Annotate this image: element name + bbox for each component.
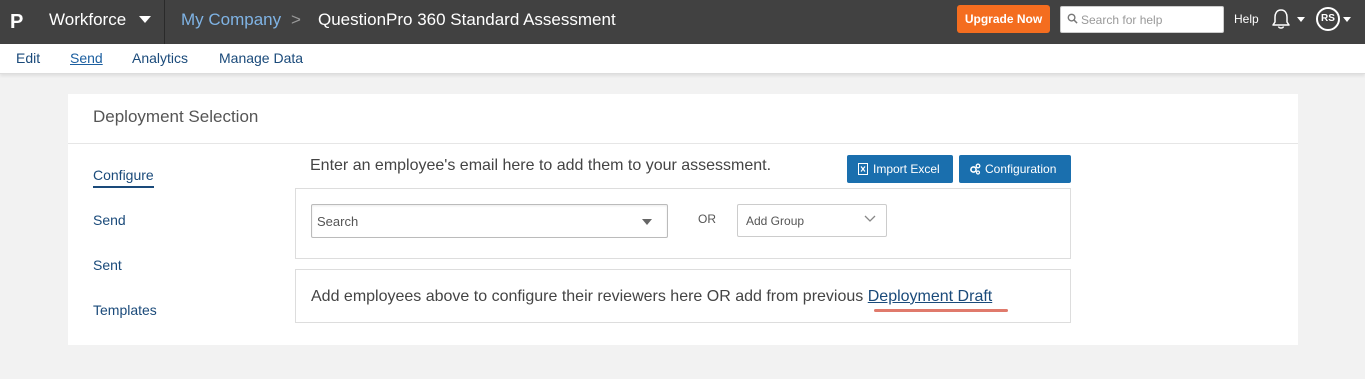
sidebar-item-sent[interactable]: Sent [93,257,122,274]
survey-subnav: Edit Send Analytics Manage Data [0,44,1365,74]
sidebar-item-send[interactable]: Send [93,212,126,229]
tab-analytics[interactable]: Analytics [132,50,188,67]
help-search-input[interactable] [1081,10,1219,29]
configuration-button[interactable]: Configuration [959,155,1071,183]
tab-edit[interactable]: Edit [16,50,40,67]
caret-down-icon [642,219,652,225]
page-title: QuestionPro 360 Standard Assessment [318,10,616,29]
product-switcher[interactable]: Workforce [49,9,126,31]
sidebar-item-configure[interactable]: Configure [93,167,154,188]
reviewers-box: Add employees above to configure their r… [295,269,1071,323]
excel-file-icon [858,163,868,175]
gears-icon [970,163,981,175]
sidebar-item-templates[interactable]: Templates [93,302,157,319]
help-search-box[interactable] [1060,6,1224,33]
employee-search-select[interactable]: Search [311,204,668,238]
caret-down-icon[interactable] [139,16,151,23]
add-group-select[interactable]: Add Group [737,204,887,237]
panel-title: Deployment Selection [93,107,259,126]
employee-picker-box: Search OR Add Group [295,188,1071,259]
caret-down-icon[interactable] [1343,17,1351,22]
or-label: OR [698,212,716,226]
breadcrumb-company[interactable]: My Company [181,9,281,31]
questionpro-logo-icon[interactable]: P [10,10,30,34]
panel-header: Deployment Selection [68,94,1298,144]
deployment-panel: Deployment Selection Configure Send Sent… [68,94,1298,345]
divider [164,0,165,44]
breadcrumb-separator: > [291,10,301,29]
upgrade-now-button[interactable]: Upgrade Now [957,5,1050,33]
deployment-draft-link[interactable]: Deployment Draft [868,288,993,305]
tab-manage-data[interactable]: Manage Data [219,50,303,67]
import-excel-button[interactable]: Import Excel [847,155,953,183]
caret-down-icon[interactable] [1297,17,1305,22]
draft-message-text: Add employees above to configure their r… [311,288,868,305]
chevron-down-icon [864,215,876,222]
instruction-text: Enter an employee's email here to add th… [310,157,772,174]
import-excel-label: Import Excel [873,162,940,176]
draft-highlight-underline [874,309,1008,312]
search-icon [1067,13,1078,24]
help-link[interactable]: Help [1234,12,1259,26]
avatar[interactable]: RS [1316,7,1340,31]
add-group-placeholder: Add Group [746,214,805,228]
search-placeholder: Search [317,214,359,229]
top-navigation-bar: P Workforce My Company > QuestionPro 360… [0,0,1365,44]
bell-icon[interactable] [1270,8,1292,30]
tab-send[interactable]: Send [70,50,103,67]
draft-message: Add employees above to configure their r… [311,287,992,307]
configuration-label: Configuration [985,162,1057,176]
